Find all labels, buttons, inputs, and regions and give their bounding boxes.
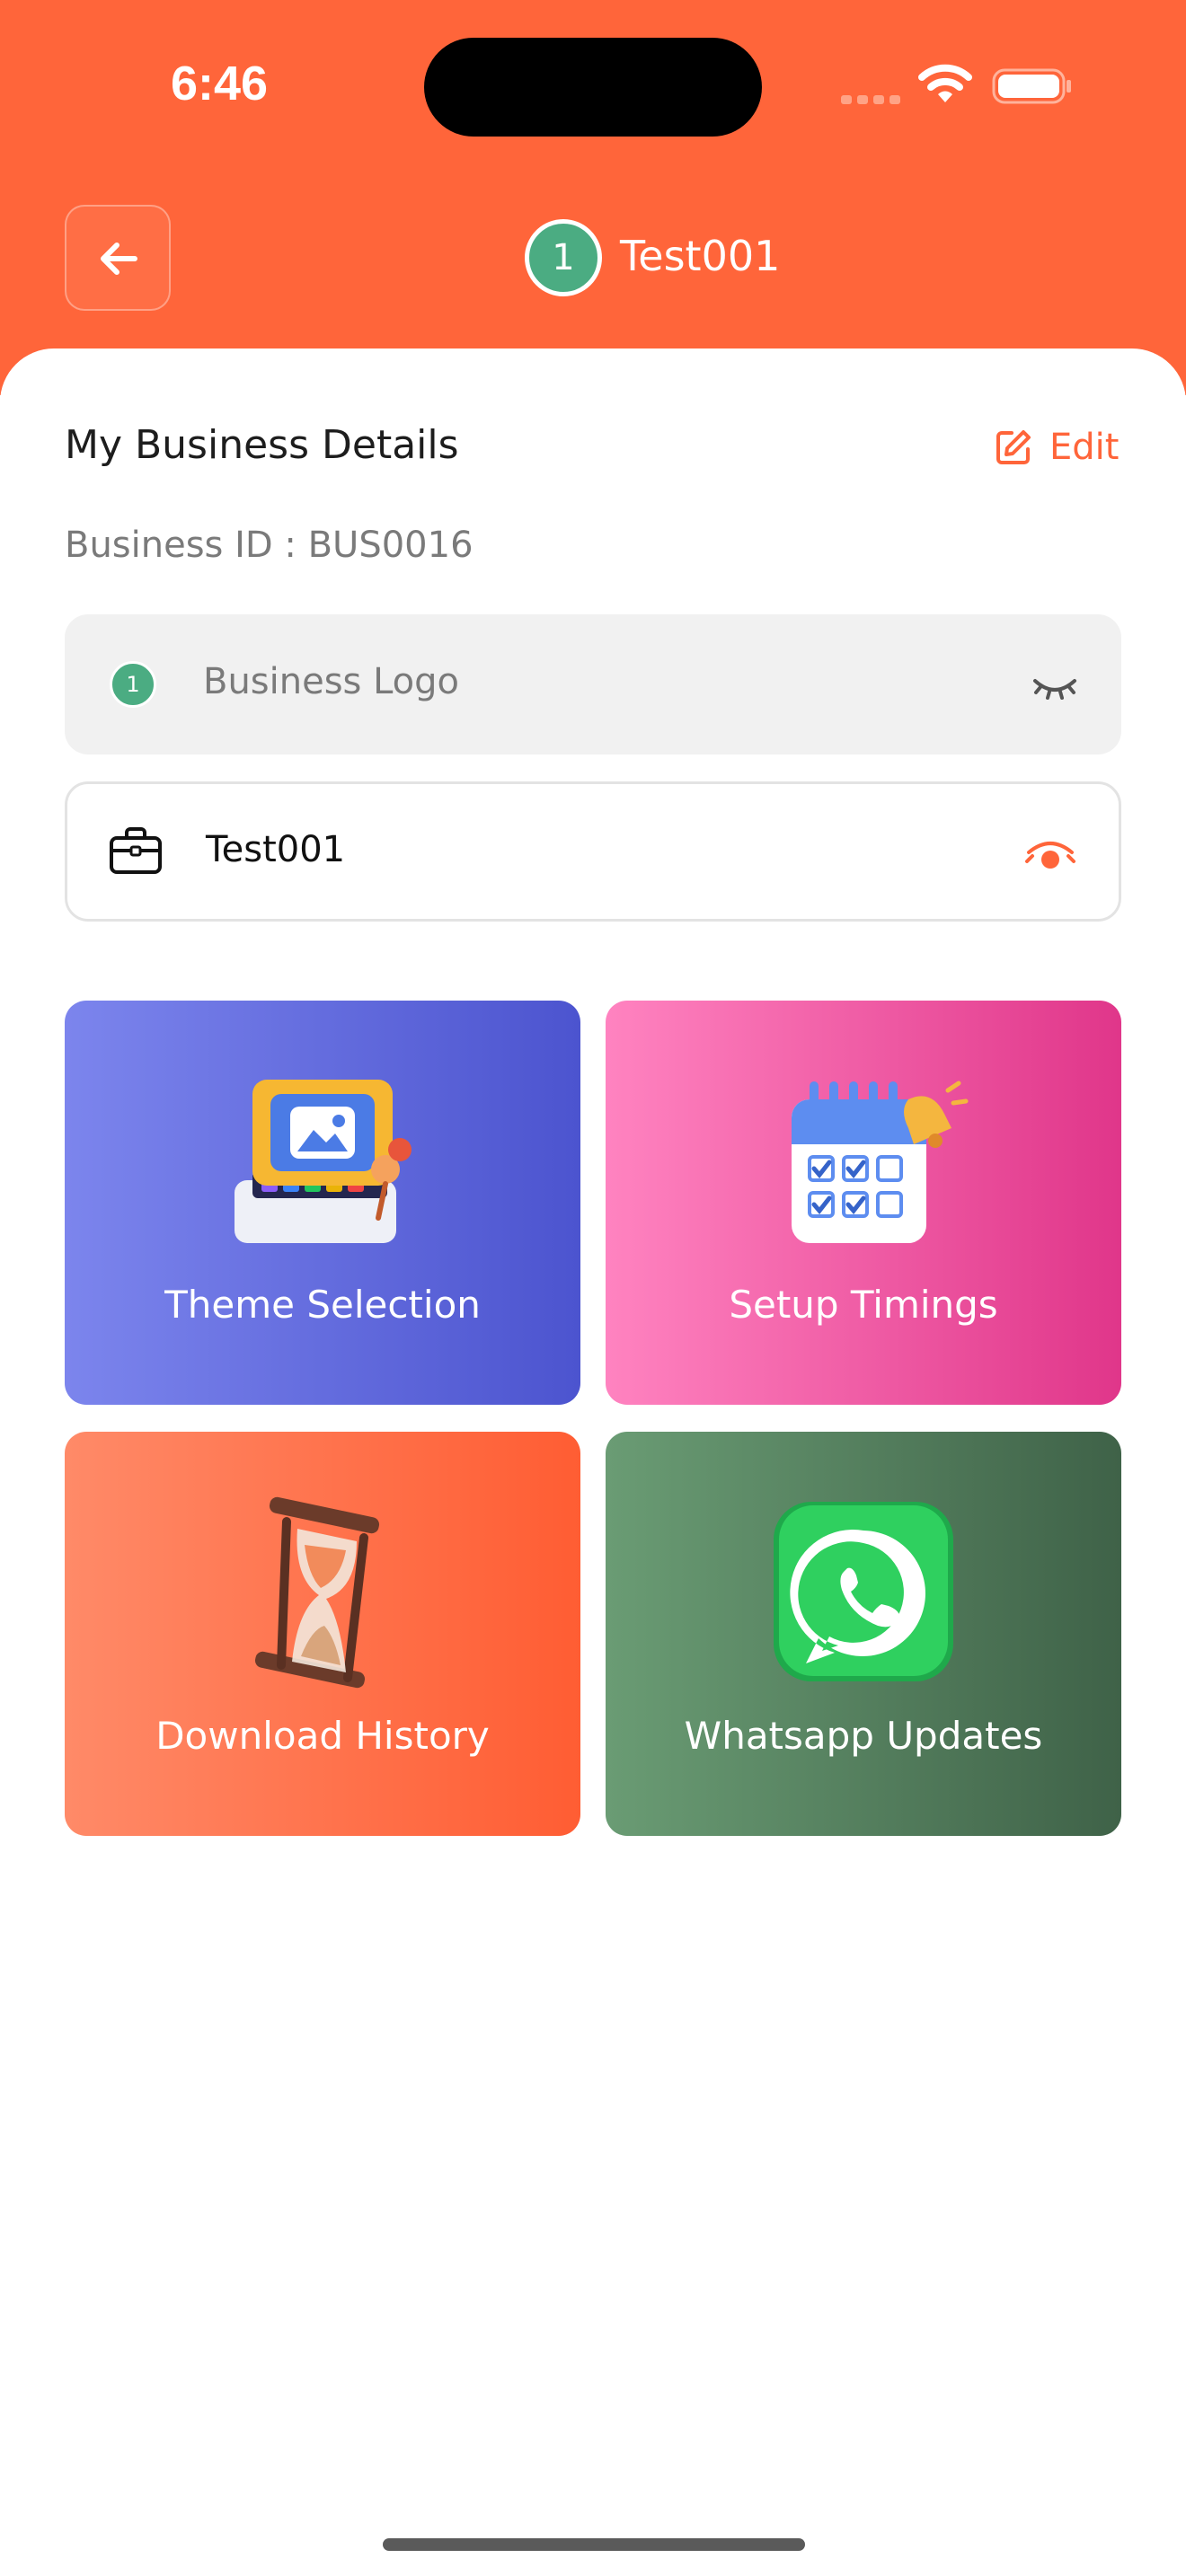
edit-label: Edit — [1049, 427, 1120, 468]
setup-timings-tile[interactable]: Setup Timings — [606, 1001, 1121, 1405]
dynamic-island — [424, 38, 762, 137]
theme-selection-label: Theme Selection — [164, 1283, 481, 1327]
download-history-label: Download History — [155, 1714, 490, 1758]
edit-icon — [996, 430, 1031, 464]
back-button[interactable] — [65, 205, 171, 311]
calendar-alarm-icon — [792, 1081, 969, 1243]
eye-open-icon[interactable] — [1023, 833, 1077, 876]
theme-selection-tile[interactable]: Theme Selection — [65, 1001, 580, 1405]
battery-icon — [992, 68, 1071, 104]
setup-timings-label: Setup Timings — [729, 1283, 998, 1327]
whatsapp-updates-tile[interactable]: Whatsapp Updates — [606, 1432, 1121, 1836]
edit-button[interactable]: Edit — [994, 422, 1119, 472]
business-name-value: Test001 — [206, 829, 346, 870]
business-logo-field[interactable]: 1 Business Logo — [65, 614, 1121, 754]
section-title: My Business Details — [65, 422, 459, 468]
business-name-field[interactable]: Test001 — [65, 781, 1121, 922]
page-title: Test001 — [620, 232, 781, 280]
status-time: 6:46 — [171, 57, 269, 110]
whatsapp-updates-label: Whatsapp Updates — [684, 1714, 1043, 1758]
arrow-left-icon — [101, 243, 137, 275]
business-avatar: 1 — [525, 219, 602, 296]
logo-badge: 1 — [110, 661, 156, 708]
briefcase-icon — [110, 827, 162, 874]
business-id: Business ID : BUS0016 — [65, 525, 474, 566]
eye-closed-icon[interactable] — [1030, 663, 1080, 706]
home-indicator — [383, 2538, 805, 2551]
hourglass-icon — [254, 1496, 380, 1689]
wifi-icon — [918, 64, 972, 102]
theme-image-icon — [235, 1080, 412, 1243]
whatsapp-icon — [774, 1502, 953, 1681]
download-history-tile[interactable]: Download History — [65, 1432, 580, 1836]
business-logo-label: Business Logo — [203, 661, 460, 702]
